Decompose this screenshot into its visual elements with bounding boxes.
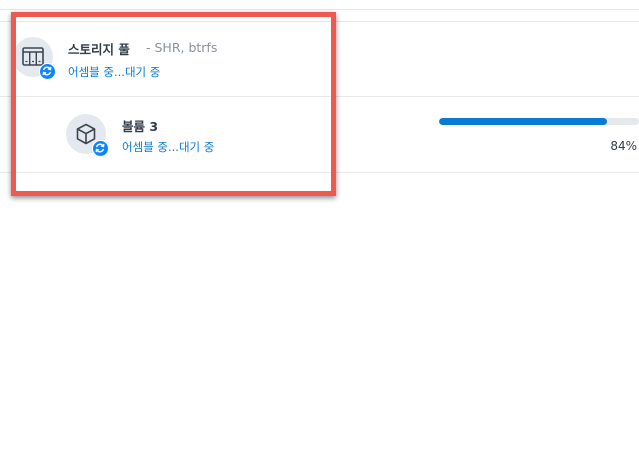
volume-row[interactable]: 볼륨 3 어셈블 중...대기 중 84%: [0, 96, 639, 173]
volume-status: 어셈블 중...대기 중: [122, 140, 215, 154]
storage-pool-raid-type: - SHR, btrfs: [146, 40, 218, 55]
storage-pool-row[interactable]: 스토리지 풀 - SHR, btrfs 어셈블 중...대기 중: [0, 21, 639, 97]
volume-progress-bar: [439, 118, 639, 125]
volume-progress-fill: [439, 118, 607, 125]
sync-icon: [39, 63, 56, 80]
storage-pool-icon-container: [13, 37, 56, 80]
volume-title: 볼륨 3: [122, 119, 159, 134]
volume-icon-container: [66, 114, 109, 157]
volume-progress-percent: 84%: [610, 139, 637, 153]
header-divider: [0, 9, 639, 10]
storage-pool-title: 스토리지 풀: [68, 42, 130, 57]
sync-icon: [92, 140, 109, 157]
storage-manager-panel: 스토리지 풀 - SHR, btrfs 어셈블 중...대기 중 볼륨 3 어셈…: [0, 0, 639, 474]
storage-pool-status: 어셈블 중...대기 중: [68, 65, 161, 79]
